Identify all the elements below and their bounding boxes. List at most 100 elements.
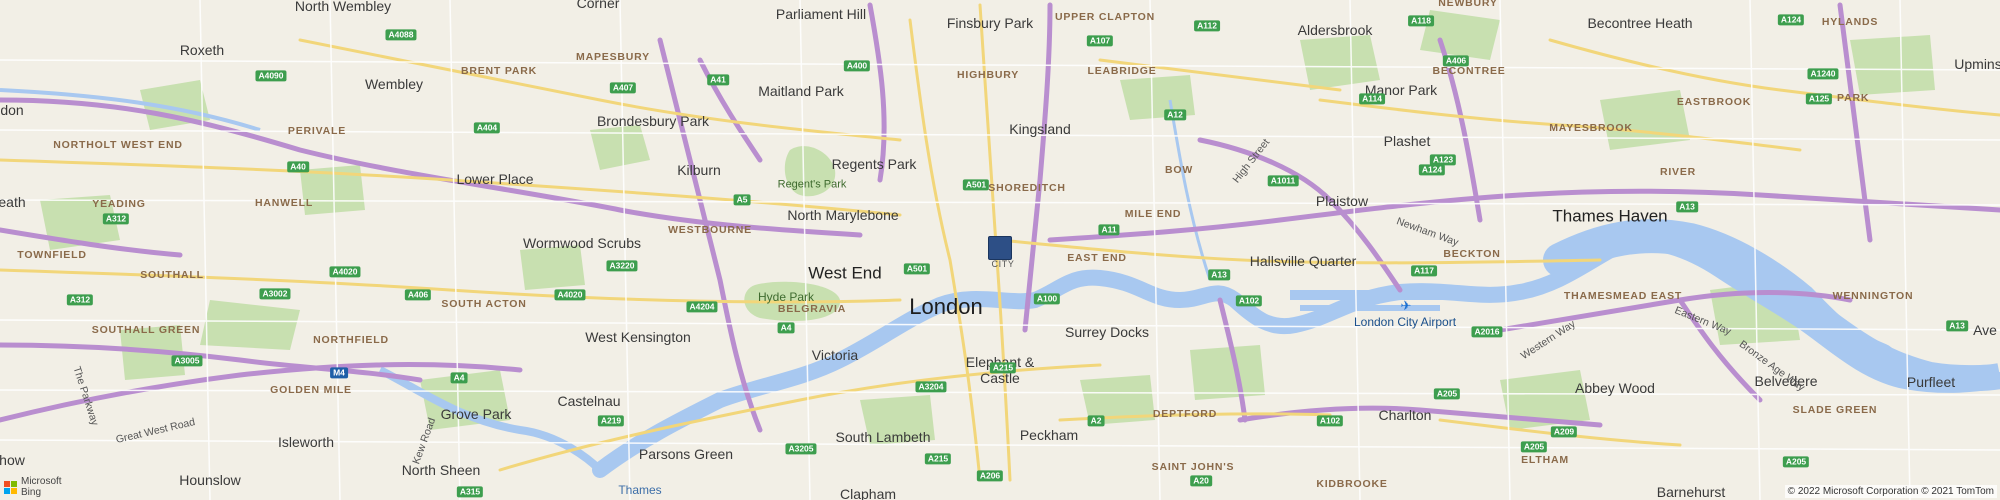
road-shield-a4088: A4088 <box>385 29 417 41</box>
label-south-lambeth: South Lambeth <box>835 429 931 445</box>
road-shield-a406: A406 <box>404 289 432 301</box>
road-shield-m4: M4 <box>330 367 348 379</box>
microsoft-logo-icon <box>4 480 18 495</box>
road-shield-a12: A12 <box>1164 109 1186 121</box>
copyright-notice: © 2022 Microsoft Corporation © 2021 TomT… <box>1784 485 1997 498</box>
label-upper-clapton: UPPER CLAPTON <box>1054 10 1156 23</box>
road-shield-a117: A117 <box>1411 265 1437 277</box>
label-peckham: Peckham <box>1019 427 1079 443</box>
label-mayesbrook: MAYESBROOK <box>1549 121 1633 134</box>
pin-label: CITY <box>991 259 1015 269</box>
bing-attribution[interactable]: Microsoft Bing <box>4 476 62 498</box>
road-shield-a312: A312 <box>66 294 94 306</box>
road-shield-a102: A102 <box>1235 295 1263 307</box>
label-hyde-park: Hyde Park <box>757 290 815 304</box>
road-shield-a3005: A3005 <box>171 355 203 367</box>
label-ave: Ave <box>1973 322 1997 338</box>
road-shield-a41: A41 <box>707 74 729 86</box>
label-purfleet: Purfleet <box>1906 374 1956 390</box>
road-shield-a123: A123 <box>1429 154 1457 166</box>
road-shield-a1240: A1240 <box>1807 68 1839 80</box>
road-shield-a40: A40 <box>287 161 309 173</box>
road-shield-a20: A20 <box>1190 475 1212 487</box>
road-shield-a406: A406 <box>1442 55 1470 67</box>
label-isleworth: Isleworth <box>277 434 335 450</box>
road-shield-a209: A209 <box>1550 426 1578 438</box>
label-townfield: TOWNFIELD <box>17 248 87 261</box>
road-shield-a407: A407 <box>609 82 637 94</box>
road-shield-a13: A13 <box>1208 269 1230 281</box>
road-shield-a3204: A3204 <box>915 381 947 393</box>
label-parliament-hill: Parliament Hill <box>775 6 867 22</box>
label-northfield: NORTHFIELD <box>313 333 389 346</box>
label-corner: Corner <box>576 0 620 11</box>
label-barnehurst: Barnehurst <box>1656 484 1726 500</box>
label-kilburn: Kilburn <box>677 162 721 178</box>
label-wennington: WENNINGTON <box>1832 289 1914 302</box>
label-thames-haven: Thames Haven <box>1552 206 1668 226</box>
label-don: don <box>0 102 24 118</box>
label-roxeth: Roxeth <box>179 42 225 58</box>
road-shield-a13: A13 <box>1946 320 1968 332</box>
road-shield-a4090: A4090 <box>255 70 287 82</box>
label-south-acton: SOUTH ACTON <box>441 297 527 310</box>
road-shield-a4020: A4020 <box>554 289 586 301</box>
label-eath: eath <box>0 194 26 210</box>
label-northolt: NORTHOLT WEST END <box>53 138 183 151</box>
label-charlton: Charlton <box>1378 407 1432 423</box>
label-saint-johns: SAINT JOHN'S <box>1151 460 1235 473</box>
road-shield-a1011: A1011 <box>1267 175 1299 187</box>
road-shield-a404: A404 <box>473 122 501 134</box>
label-thames: Thames <box>618 483 662 497</box>
label-deptford: DEPTFORD <box>1152 407 1218 420</box>
road-shield-a2016: A2016 <box>1471 326 1503 338</box>
road-shield-a13: A13 <box>1676 201 1698 213</box>
road-shield-a4020: A4020 <box>329 266 361 278</box>
road-shield-a315: A315 <box>456 486 484 498</box>
label-belgravia: BELGRAVIA <box>777 302 847 315</box>
road-shield-a124: A124 <box>1418 164 1446 176</box>
label-regents-park-green: Regent's Park <box>777 178 847 191</box>
road-shield-a206: A206 <box>976 470 1004 482</box>
attribution-line2: Bing <box>21 486 42 498</box>
label-becontree-heath: Becontree Heath <box>1587 15 1693 31</box>
label-eltham: ELTHAM <box>1521 453 1569 466</box>
road-shield-a501: A501 <box>903 263 931 275</box>
label-leabridge: LEABRIDGE <box>1087 64 1157 77</box>
label-perivale: PERIVALE <box>287 124 347 137</box>
road-shield-a125: A125 <box>1805 93 1833 105</box>
label-upmins: Upmins <box>1954 56 2000 72</box>
road-shield-a205: A205 <box>1433 388 1461 400</box>
label-wembley: Wembley <box>364 76 424 92</box>
map-canvas[interactable]: North Wembley Corner Parliament Hill Fin… <box>0 0 2000 500</box>
road-shield-a100: A100 <box>1033 293 1061 305</box>
label-west-end: West End <box>808 263 882 283</box>
label-yeading: YEADING <box>92 197 146 210</box>
label-slade-green: SLADE GREEN <box>1792 403 1878 416</box>
label-north-marylebone: North Marylebone <box>787 207 899 223</box>
road-shield-a5: A5 <box>733 194 751 206</box>
road-shield-a219: A219 <box>597 415 625 427</box>
label-golden-mile: GOLDEN MILE <box>270 383 352 396</box>
label-north-wembley: North Wembley <box>294 0 392 14</box>
road-shield-a3205: A3205 <box>785 443 817 455</box>
road-shield-a124: A124 <box>1777 14 1805 26</box>
label-lower-place: Lower Place <box>456 171 534 187</box>
label-maitland-park: Maitland Park <box>758 83 844 99</box>
road-shield-a205: A205 <box>1782 456 1810 468</box>
road-shield-a215: A215 <box>924 453 952 465</box>
label-newbury: NEWBURY <box>1438 0 1498 9</box>
label-aldersbrook: Aldersbrook <box>1297 22 1373 38</box>
road-shield-a215: A215 <box>989 362 1017 374</box>
road-shield-a400: A400 <box>843 60 871 72</box>
label-parsons-green: Parsons Green <box>638 446 734 462</box>
road-shield-a4204: A4204 <box>686 301 718 313</box>
location-pin[interactable] <box>988 236 1012 260</box>
airport-icon: ✈ <box>1400 298 1412 313</box>
label-grove-park: Grove Park <box>440 406 512 422</box>
road-shield-a114: A114 <box>1359 93 1385 105</box>
label-abbey-wood: Abbey Wood <box>1575 380 1655 396</box>
road-shield-a118: A118 <box>1408 15 1434 27</box>
label-mile-end: MILE END <box>1124 207 1182 220</box>
label-bow: BOW <box>1164 163 1194 176</box>
